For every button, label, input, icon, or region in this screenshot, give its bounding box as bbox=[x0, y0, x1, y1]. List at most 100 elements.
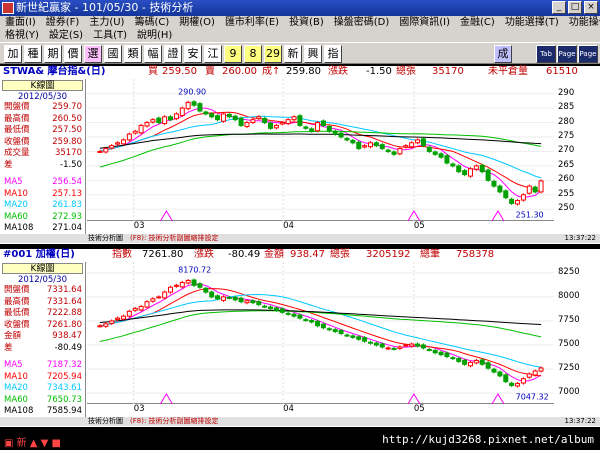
toolbar-button-13[interactable]: 29 bbox=[264, 45, 282, 63]
toolbar-button-14[interactable]: 新 bbox=[284, 45, 302, 63]
toolbar-button-1[interactable]: 種 bbox=[24, 45, 42, 63]
info-row: 差 -1.50 bbox=[0, 160, 85, 172]
panel-divider[interactable] bbox=[0, 246, 600, 248]
candle-body bbox=[356, 336, 362, 340]
candle-body bbox=[238, 297, 244, 303]
toolbar-button-11[interactable]: 9 bbox=[224, 45, 242, 63]
y-tick-label: 7250 bbox=[558, 363, 580, 374]
menu-item-row2-0[interactable]: 格視(Y) bbox=[0, 29, 44, 42]
ma-label: MA5 bbox=[4, 177, 23, 187]
candle-body bbox=[450, 357, 456, 360]
toolbar-button-7[interactable]: 幅 bbox=[144, 45, 162, 63]
toolbar-button-6[interactable]: 類 bbox=[124, 45, 142, 63]
info-label: 差 bbox=[4, 342, 13, 353]
candle-body bbox=[226, 113, 232, 118]
menu-item-row2-1[interactable]: 設定(S) bbox=[44, 29, 88, 42]
menu-item-row2-3[interactable]: 說明(H) bbox=[132, 29, 177, 42]
maximize-button[interactable]: □ bbox=[568, 1, 582, 14]
panel-footer-2: 技術分析圖 (F8): 技術分析副圖縮排設定 13:37:22 bbox=[0, 417, 600, 426]
info-value: 35170 bbox=[54, 148, 82, 158]
toolbar-button-9[interactable]: 安 bbox=[184, 45, 202, 63]
candle-body bbox=[203, 111, 209, 115]
chart-panel-2: #001 加權(日) 指數 7261.80 漲跌 -80.49 金額 938.4… bbox=[0, 249, 600, 427]
info-row: 開盤價 7331.64 bbox=[0, 285, 85, 297]
toolbar-icon-2[interactable]: Page Down bbox=[578, 45, 599, 74]
info-row: 最低價 7222.88 bbox=[0, 308, 85, 320]
candle-body bbox=[144, 301, 150, 308]
candle-body bbox=[473, 359, 479, 364]
candle-body bbox=[126, 133, 132, 141]
info-row: 差 -80.49 bbox=[0, 343, 85, 355]
menu-item-row2-2[interactable]: 工具(T) bbox=[88, 29, 132, 42]
menu-item-row1-9[interactable]: 金融(C) bbox=[455, 16, 500, 29]
candle-body bbox=[509, 198, 515, 204]
candle-body bbox=[320, 120, 326, 126]
menu-item-row1-2[interactable]: 主力(U) bbox=[84, 16, 129, 29]
volume-value-2: 3205192 bbox=[366, 249, 411, 260]
candle-body bbox=[373, 342, 379, 346]
signal-marker bbox=[159, 393, 173, 405]
candle-body bbox=[179, 107, 185, 116]
kline-button-2[interactable]: K線圖 bbox=[2, 263, 83, 274]
menu-item-row1-1[interactable]: 證券(F) bbox=[41, 16, 85, 29]
toolbar-button-10[interactable]: 江 bbox=[204, 45, 222, 63]
close-button[interactable]: × bbox=[584, 1, 598, 14]
ma-label: MA108 bbox=[4, 406, 34, 416]
toolbar-icon-1[interactable]: Page Up bbox=[557, 45, 577, 74]
x-tick-label: 05 bbox=[413, 221, 425, 231]
y-tick-label: 275 bbox=[558, 131, 575, 141]
menu-item-row1-11[interactable]: 功能操作(F) bbox=[564, 16, 600, 29]
y-tick-label: 8250 bbox=[558, 266, 580, 277]
candle-body bbox=[538, 180, 544, 193]
toolbar-button-15[interactable]: 興 bbox=[304, 45, 322, 63]
toolbar-button-8[interactable]: 證 bbox=[164, 45, 182, 63]
candle-body bbox=[203, 287, 209, 293]
toolbar-button-5[interactable]: 國 bbox=[104, 45, 122, 63]
toolbar-button-2[interactable]: 期 bbox=[44, 45, 62, 63]
candle-body bbox=[97, 150, 103, 153]
candle-body bbox=[273, 124, 279, 129]
toolbar-button-3[interactable]: 價 bbox=[64, 45, 82, 63]
toolbar-button-0[interactable]: 加 bbox=[4, 45, 22, 63]
menu-item-row1-0[interactable]: 畫面(I) bbox=[0, 16, 41, 29]
candle-body bbox=[367, 341, 373, 344]
candle-body bbox=[409, 343, 415, 347]
candle-body bbox=[520, 194, 526, 201]
menu-item-row1-5[interactable]: 匯市利率(E) bbox=[220, 16, 284, 29]
ma-row: MA20 7343.61 bbox=[0, 383, 85, 395]
candle-body bbox=[179, 281, 185, 288]
menu-item-row1-4[interactable]: 期權(O) bbox=[174, 16, 220, 29]
toolbar-button-16[interactable]: 指 bbox=[324, 45, 342, 63]
toolbar-icon-0[interactable]: Tab bbox=[536, 45, 556, 63]
menu-item-row1-6[interactable]: 投資(B) bbox=[284, 16, 329, 29]
menu-item-row1-10[interactable]: 功能選擇(T) bbox=[500, 16, 564, 29]
footer-time-2: 13:37:22 bbox=[564, 417, 596, 425]
ma-value: 271.04 bbox=[52, 223, 82, 233]
candle-body bbox=[462, 359, 468, 365]
price-chart[interactable]: 290.90 251.30 bbox=[87, 79, 554, 222]
candle-body bbox=[173, 113, 179, 120]
buy-label: 買 bbox=[148, 66, 158, 77]
candle-body bbox=[120, 139, 126, 145]
price-chart-2[interactable]: 8170.72 7047.32 bbox=[87, 262, 554, 405]
title-bar: 新世紀贏家 - 101/05/30 - 技術分析 _ □ × bbox=[0, 0, 600, 16]
toolbar-button-12[interactable]: 8 bbox=[244, 45, 262, 63]
menu-item-row1-3[interactable]: 籌碼(C) bbox=[129, 16, 174, 29]
candle-body bbox=[185, 280, 191, 284]
candle-body bbox=[344, 138, 350, 141]
info-value: 7261.80 bbox=[46, 319, 82, 330]
low-annotation: 251.30 bbox=[516, 210, 544, 219]
info-row: 最高價 7331.64 bbox=[0, 297, 85, 309]
ma-row: MA10 7205.94 bbox=[0, 372, 85, 384]
menu-item-row1-8[interactable]: 國際資訊(I) bbox=[394, 16, 455, 29]
minimize-button[interactable]: _ bbox=[552, 1, 566, 14]
sell-label: 賣 bbox=[205, 66, 215, 77]
toolbar-button-4[interactable]: 選 bbox=[84, 45, 102, 63]
kline-button[interactable]: K線圖 bbox=[2, 80, 83, 91]
x-tick-label: 04 bbox=[283, 404, 294, 414]
candle-body bbox=[168, 286, 174, 293]
toolbar-button-17[interactable]: 成 bbox=[494, 45, 512, 63]
info-value: 257.50 bbox=[52, 125, 82, 135]
menu-item-row1-7[interactable]: 操盤密碼(D) bbox=[329, 16, 395, 29]
candle-body bbox=[156, 117, 162, 124]
